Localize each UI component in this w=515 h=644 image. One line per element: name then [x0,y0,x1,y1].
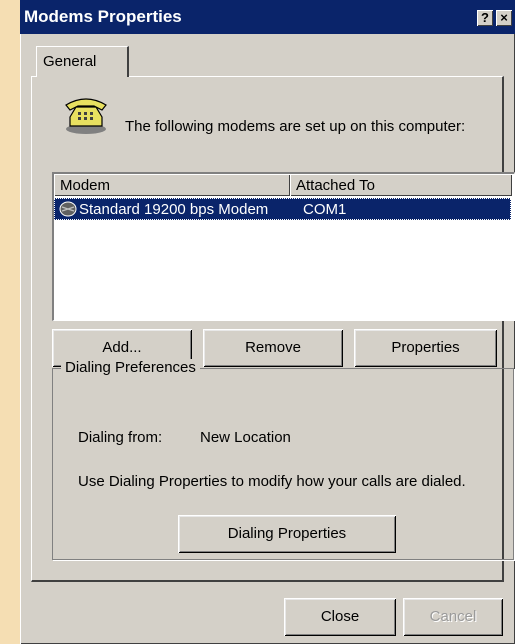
modem-icon [59,201,77,217]
dialing-properties-button[interactable]: Dialing Properties [178,515,396,553]
modem-list[interactable]: Modem Attached To Standard 19200 bps Mod… [52,172,515,321]
intro-text: The following modems are set up on this … [125,118,466,135]
window-title: Modems Properties [24,7,182,26]
column-header-modem[interactable]: Modem [54,174,290,196]
close-window-button[interactable]: × [496,10,512,26]
telephone-icon [65,98,107,134]
column-header-attached-to[interactable]: Attached To [290,174,512,196]
dialing-description: Use Dialing Properties to modify how you… [78,473,466,490]
modems-properties-dialog: Modems Properties ? × General The follow… [20,0,515,644]
dialing-from-label: Dialing from: [78,429,163,446]
tab-general-label: General [43,53,97,70]
dialing-preferences-label: Dialing Preferences [61,359,200,376]
title-bar[interactable]: Modems Properties ? × [20,0,515,34]
cancel-button[interactable]: Cancel [403,598,503,636]
remove-button[interactable]: Remove [203,329,343,367]
tab-general[interactable]: General [36,46,129,77]
close-button[interactable]: Close [284,598,396,636]
modem-name: Standard 19200 bps Modem [79,201,269,218]
modem-port: COM1 [303,201,347,218]
properties-button[interactable]: Properties [354,329,497,367]
dialing-from-value: New Location [200,429,291,446]
help-button[interactable]: ? [477,10,493,26]
modem-row[interactable]: Standard 19200 bps Modem COM1 [54,198,511,220]
